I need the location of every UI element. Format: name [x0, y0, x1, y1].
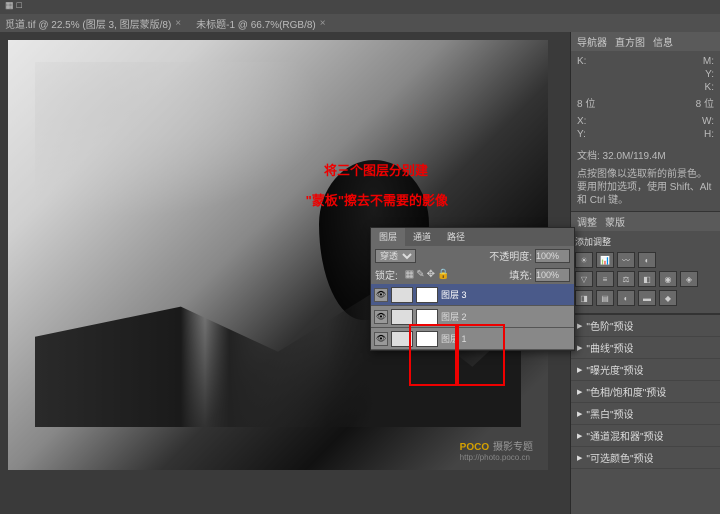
layer-thumbnail[interactable] [391, 331, 413, 347]
right-panels: 导航器 直方图 信息 K:M: Y: K: 8 位8 位 X:W: Y:H: 文… [570, 32, 720, 514]
lock-label: 锁定: [375, 267, 398, 282]
invert-icon[interactable]: ◨ [575, 290, 593, 306]
layer-name: 图层 3 [441, 288, 467, 301]
layer-list: 👁 图层 3 👁 图层 2 👁 图层 1 [371, 284, 574, 350]
lock-transparency-icon[interactable]: ▦ [405, 269, 414, 280]
layer-thumbnail[interactable] [391, 287, 413, 303]
color-balance-icon[interactable]: ⚖ [617, 271, 635, 287]
preset-item[interactable]: ▶"曝光度"预设 [571, 359, 720, 381]
opacity-input[interactable] [535, 249, 570, 263]
tab-label: 未标题-1 @ 66.7%(RGB/8) [196, 16, 316, 31]
opacity-label: 不透明度: [489, 248, 532, 263]
adjust-panel-tabs: 调整 蒙版 [571, 212, 720, 231]
hue-icon[interactable]: ≡ [596, 271, 614, 287]
lock-position-icon[interactable]: ✥ [427, 269, 435, 280]
adjust-title: 添加调整 [575, 235, 716, 248]
layer-mask-thumbnail[interactable] [416, 309, 438, 325]
doc-size: 文档: 32.0M/119.4M [577, 147, 714, 162]
preset-item[interactable]: ▶"黑白"预设 [571, 403, 720, 425]
lock-all-icon[interactable]: 🔒 [437, 269, 449, 280]
close-icon[interactable]: × [320, 18, 326, 29]
layer-thumbnail[interactable] [391, 309, 413, 325]
vibrance-icon[interactable]: ▽ [575, 271, 593, 287]
posterize-icon[interactable]: ▤ [596, 290, 614, 306]
workspace: 思缘设计论坛 WWW.MISSYUAN.COM 将三个图层分别建 "蒙板"擦去不… [0, 32, 720, 514]
tab-adjustments[interactable]: 调整 [577, 214, 597, 229]
brightness-icon[interactable]: ☀ [575, 252, 593, 268]
chevron-right-icon: ▶ [577, 344, 582, 352]
tab-info[interactable]: 信息 [653, 34, 673, 49]
tab-layers[interactable]: 图层 [371, 228, 405, 246]
document-tabbar: 觅道.tif @ 22.5% (图层 3, 图层蒙版/8) × 未标题-1 @ … [0, 14, 720, 32]
watermark: POCO 摄影专题 http://photo.poco.cn [460, 437, 533, 462]
preset-item[interactable]: ▶"通道混和器"预设 [571, 425, 720, 447]
exposure-icon[interactable]: ◐ [638, 252, 656, 268]
tab-label: 觅道.tif @ 22.5% (图层 3, 图层蒙版/8) [5, 16, 171, 31]
layers-panel: 图层 通道 路径 穿透 不透明度: 锁定: ▦ ✎ ✥ 🔒 填充: [370, 227, 575, 351]
chevron-right-icon: ▶ [577, 388, 582, 396]
fill-input[interactable] [535, 268, 570, 282]
preset-item[interactable]: ▶"曲线"预设 [571, 337, 720, 359]
info-panel-tabs: 导航器 直方图 信息 [571, 32, 720, 51]
lock-row: 锁定: ▦ ✎ ✥ 🔒 填充: [371, 265, 574, 284]
tab-channels[interactable]: 通道 [405, 228, 439, 246]
document-tab[interactable]: 觅道.tif @ 22.5% (图层 3, 图层蒙版/8) × [5, 16, 181, 31]
layer-name: 图层 2 [441, 310, 467, 323]
info-panel: K:M: Y: K: 8 位8 位 X:W: Y:H: 文档: 32.0M/11… [571, 51, 720, 212]
fill-label: 填充: [509, 267, 532, 282]
layer-item[interactable]: 👁 图层 2 [371, 306, 574, 328]
layer-mask-thumbnail[interactable] [416, 287, 438, 303]
lock-pixels-icon[interactable]: ✎ [416, 269, 424, 280]
preset-list: ▶"色阶"预设 ▶"曲线"预设 ▶"曝光度"预设 ▶"色相/饱和度"预设 ▶"黑… [571, 314, 720, 469]
visibility-icon[interactable]: 👁 [374, 310, 388, 324]
preset-item[interactable]: ▶"色阶"预设 [571, 315, 720, 337]
close-icon[interactable]: × [175, 18, 181, 29]
annotation-text: "蒙板"擦去不需要的影像 [306, 190, 448, 209]
screen-mode-icon[interactable]: □ [17, 0, 22, 14]
selective-color-icon[interactable]: ◆ [659, 290, 677, 306]
preset-item[interactable]: ▶"可选颜色"预设 [571, 447, 720, 469]
canvas-area: 思缘设计论坛 WWW.MISSYUAN.COM 将三个图层分别建 "蒙板"擦去不… [0, 32, 570, 514]
blend-mode-select[interactable]: 穿透 [375, 249, 416, 263]
visibility-icon[interactable]: 👁 [374, 332, 388, 346]
layer-name: 图层 1 [441, 332, 467, 345]
visibility-icon[interactable]: 👁 [374, 288, 388, 302]
menubar: ▦ □ [0, 0, 720, 14]
channel-mixer-icon[interactable]: ◈ [680, 271, 698, 287]
chevron-right-icon: ▶ [577, 454, 582, 462]
chevron-right-icon: ▶ [577, 322, 582, 330]
tab-masks[interactable]: 蒙版 [605, 214, 625, 229]
layer-mask-thumbnail[interactable] [416, 331, 438, 347]
document-tab[interactable]: 未标题-1 @ 66.7%(RGB/8) × [196, 16, 325, 31]
curves-icon[interactable]: 〰 [617, 252, 635, 268]
info-hint: 点按图像以选取新的前景色。要用附加选项，使用 Shift、Alt 和 Ctrl … [577, 168, 714, 207]
chevron-right-icon: ▶ [577, 410, 582, 418]
layer-item[interactable]: 👁 图层 3 [371, 284, 574, 306]
photo-filter-icon[interactable]: ◉ [659, 271, 677, 287]
threshold-icon[interactable]: ◐ [617, 290, 635, 306]
tab-navigator[interactable]: 导航器 [577, 34, 607, 49]
chevron-right-icon: ▶ [577, 366, 582, 374]
tab-paths[interactable]: 路径 [439, 228, 473, 246]
workspace-icon[interactable]: ▦ [5, 0, 14, 14]
chevron-right-icon: ▶ [577, 432, 582, 440]
lock-icons: ▦ ✎ ✥ 🔒 [401, 267, 454, 282]
blend-row: 穿透 不透明度: [371, 246, 574, 265]
adjustments-panel: 添加调整 ☀ 📊 〰 ◐ ▽ ≡ ⚖ ◧ ◉ ◈ ◨ ▤ ◐ ▬ ◆ [571, 231, 720, 314]
annotation-text: 将三个图层分别建 [324, 160, 428, 179]
layer-item[interactable]: 👁 图层 1 [371, 328, 574, 350]
tab-histogram[interactable]: 直方图 [615, 34, 645, 49]
preset-item[interactable]: ▶"色相/饱和度"预设 [571, 381, 720, 403]
gradient-map-icon[interactable]: ▬ [638, 290, 656, 306]
levels-icon[interactable]: 📊 [596, 252, 614, 268]
panel-tabs: 图层 通道 路径 [371, 228, 574, 246]
bw-icon[interactable]: ◧ [638, 271, 656, 287]
